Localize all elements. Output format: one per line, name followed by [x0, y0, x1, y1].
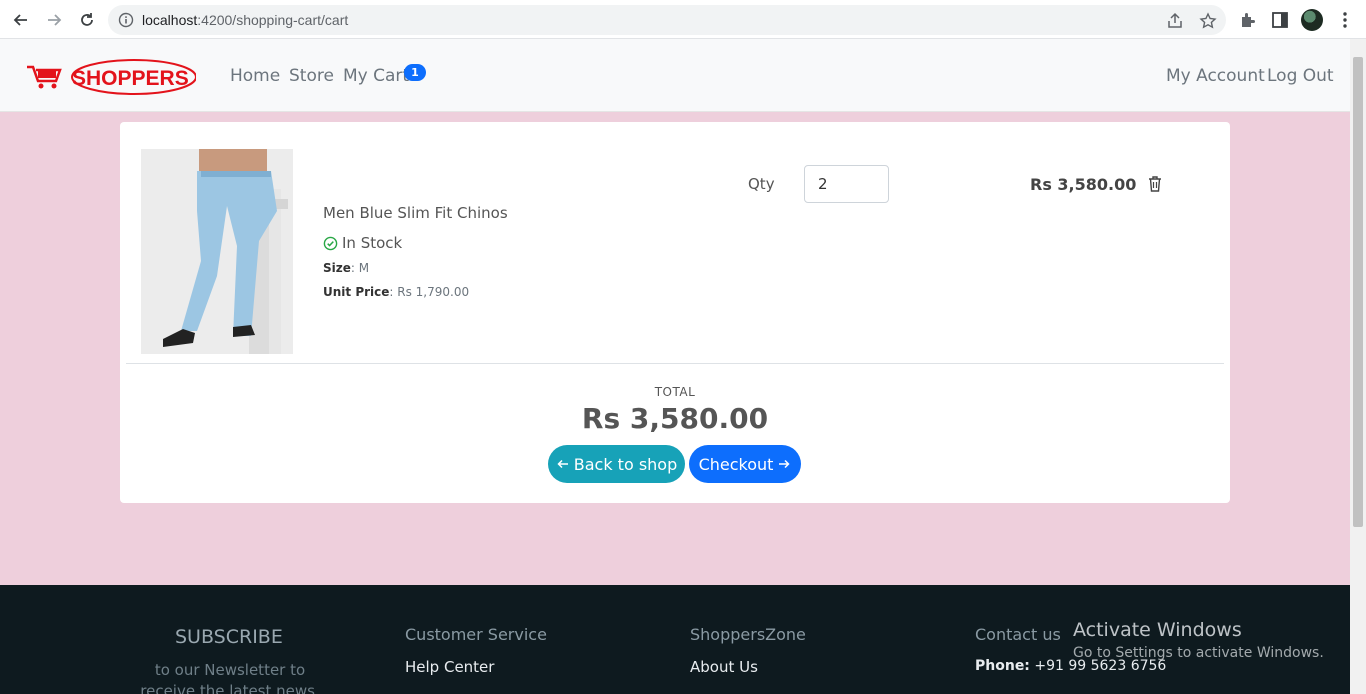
reload-icon[interactable]	[75, 8, 99, 32]
qty-label: Qty	[748, 175, 775, 193]
quantity-input[interactable]: 2	[804, 165, 889, 203]
side-panel-icon[interactable]	[1270, 10, 1290, 30]
nav-link-home[interactable]: Home	[230, 66, 280, 86]
product-unit-price: Unit Price: Rs 1,790.00	[323, 285, 469, 299]
total-value: Rs 3,580.00	[581, 402, 769, 435]
url-text: localhost:4200/shopping-cart/cart	[142, 12, 349, 28]
checkout-button[interactable]: Checkout	[689, 445, 801, 483]
bookmark-star-icon[interactable]	[1199, 12, 1217, 30]
help-center-link[interactable]: Help Center	[405, 658, 494, 676]
scrollbar-thumb[interactable]	[1353, 57, 1363, 527]
stock-status-text: In Stock	[342, 234, 403, 252]
activate-windows-title: Activate Windows	[1073, 619, 1242, 641]
unit-price-label: Unit Price	[323, 285, 390, 299]
extensions-icon[interactable]	[1238, 10, 1258, 30]
share-icon[interactable]	[1166, 12, 1184, 30]
brand-text: SHOPPERS	[72, 67, 189, 90]
app-navbar: SHOPPERS Home Store My Cart 1 My Account…	[0, 39, 1350, 112]
product-size: Size: M	[323, 261, 369, 275]
card-divider	[126, 363, 1224, 364]
stock-status: In Stock	[323, 234, 402, 252]
size-value: : M	[350, 261, 370, 275]
cart-card: Men Blue Slim Fit Chinos In Stock Size: …	[120, 122, 1230, 503]
shoppers-logo[interactable]: SHOPPERS	[24, 58, 197, 96]
nav-link-log-out[interactable]: Log Out	[1267, 66, 1334, 86]
activate-windows-subtitle: Go to Settings to activate Windows.	[1073, 645, 1324, 661]
arrow-right-icon	[779, 459, 790, 469]
cart-count-badge: 1	[404, 64, 426, 81]
about-us-link[interactable]: About Us	[690, 658, 758, 676]
nav-link-store[interactable]: Store	[289, 66, 334, 86]
browser-toolbar: localhost:4200/shopping-cart/cart	[0, 0, 1366, 39]
subscribe-title: SUBSCRIBE	[175, 626, 283, 648]
arrow-left-icon	[557, 459, 568, 469]
profile-avatar[interactable]	[1301, 9, 1323, 31]
page-scrollbar[interactable]	[1350, 39, 1366, 694]
back-to-shop-button[interactable]: Back to shop	[548, 445, 685, 483]
unit-price-value: : Rs 1,790.00	[389, 285, 470, 299]
trash-icon[interactable]	[1147, 175, 1163, 193]
forward-arrow-icon[interactable]	[42, 8, 66, 32]
product-image[interactable]	[141, 149, 293, 354]
more-menu-icon[interactable]	[1335, 10, 1355, 30]
address-bar[interactable]: localhost:4200/shopping-cart/cart	[108, 5, 1226, 35]
site-info-icon[interactable]	[118, 12, 134, 28]
back-arrow-icon[interactable]	[9, 8, 33, 32]
product-name[interactable]: Men Blue Slim Fit Chinos	[323, 204, 508, 222]
subscribe-text: to our Newsletter to receive the latest …	[140, 661, 320, 694]
total-label: TOTAL	[654, 385, 696, 399]
size-label: Size	[323, 261, 351, 275]
customer-service-title: Customer Service	[405, 625, 547, 644]
contact-us-title: Contact us	[975, 625, 1061, 644]
line-total-price: Rs 3,580.00	[1030, 175, 1137, 194]
nav-link-my-cart[interactable]: My Cart	[343, 66, 409, 86]
nav-link-my-account[interactable]: My Account	[1166, 66, 1265, 86]
shopperszone-title: ShoppersZone	[690, 625, 806, 644]
check-circle-icon	[323, 236, 338, 250]
